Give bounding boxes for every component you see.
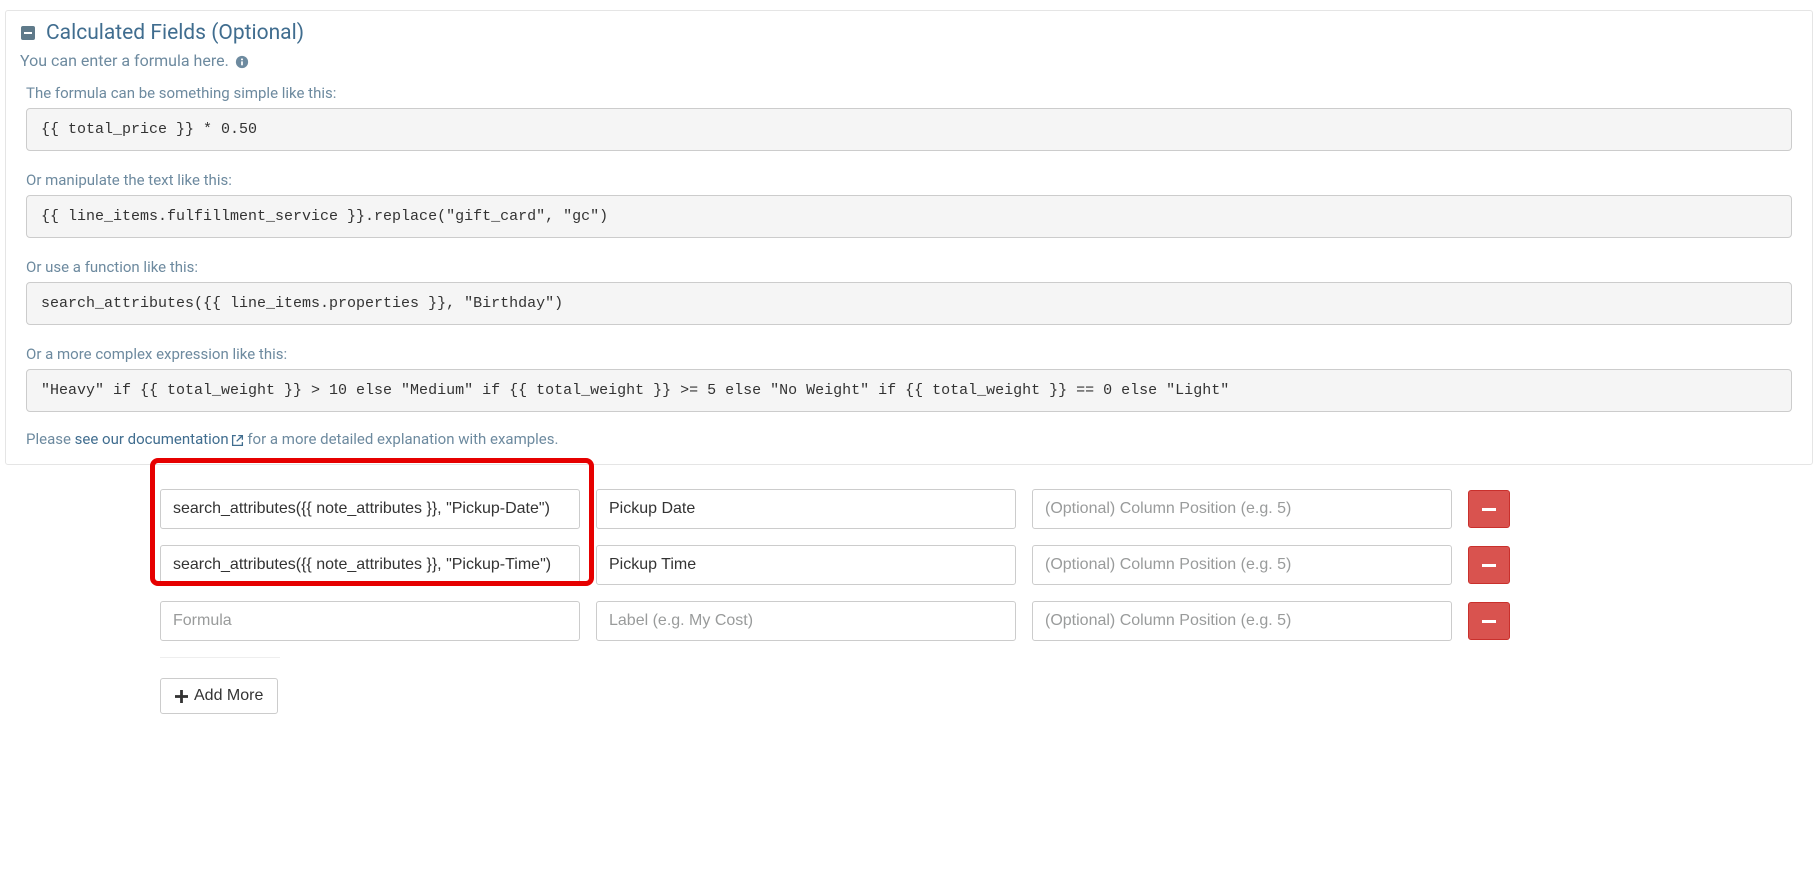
label-input[interactable]: [596, 489, 1016, 529]
add-more-button[interactable]: Add More: [160, 678, 278, 714]
label-input[interactable]: [596, 601, 1016, 641]
position-input[interactable]: [1032, 545, 1452, 585]
field-row: [160, 601, 1808, 641]
external-link-icon: [231, 434, 244, 447]
formula-input[interactable]: [160, 601, 580, 641]
help-label-1: The formula can be something simple like…: [26, 84, 1792, 102]
subtitle-text: You can enter a formula here.: [20, 51, 229, 70]
code-example-3: search_attributes({{ line_items.properti…: [26, 282, 1792, 325]
formula-input[interactable]: [160, 545, 580, 585]
code-example-4: "Heavy" if {{ total_weight }} > 10 else …: [26, 369, 1792, 412]
collapse-icon[interactable]: [20, 25, 36, 41]
documentation-link[interactable]: see our documentation: [75, 430, 244, 448]
help-label-4: Or a more complex expression like this:: [26, 345, 1792, 363]
field-row: [160, 489, 1808, 529]
help-content: The formula can be something simple like…: [6, 84, 1812, 464]
field-row: [160, 545, 1808, 585]
plus-icon: [175, 690, 188, 703]
position-input[interactable]: [1032, 601, 1452, 641]
help-label-3: Or use a function like this:: [26, 258, 1792, 276]
remove-button[interactable]: [1468, 602, 1510, 640]
label-input[interactable]: [596, 545, 1016, 585]
fields-area: Add More: [0, 465, 1818, 724]
info-icon[interactable]: [235, 54, 249, 68]
panel-subtitle: You can enter a formula here.: [6, 51, 1812, 84]
code-example-1: {{ total_price }} * 0.50: [26, 108, 1792, 151]
documentation-text: Please see our documentation for a more …: [26, 430, 1792, 454]
remove-button[interactable]: [1468, 490, 1510, 528]
doc-suffix: for a more detailed explanation with exa…: [244, 430, 559, 448]
remove-button[interactable]: [1468, 546, 1510, 584]
calculated-fields-panel: Calculated Fields (Optional) You can ent…: [5, 10, 1813, 465]
position-input[interactable]: [1032, 489, 1452, 529]
add-more-label: Add More: [194, 687, 263, 705]
help-label-2: Or manipulate the text like this:: [26, 171, 1792, 189]
code-example-2: {{ line_items.fulfillment_service }}.rep…: [26, 195, 1792, 238]
formula-input[interactable]: [160, 489, 580, 529]
panel-header: Calculated Fields (Optional): [6, 11, 1812, 51]
panel-title: Calculated Fields (Optional): [46, 21, 304, 45]
doc-prefix: Please: [26, 430, 75, 448]
